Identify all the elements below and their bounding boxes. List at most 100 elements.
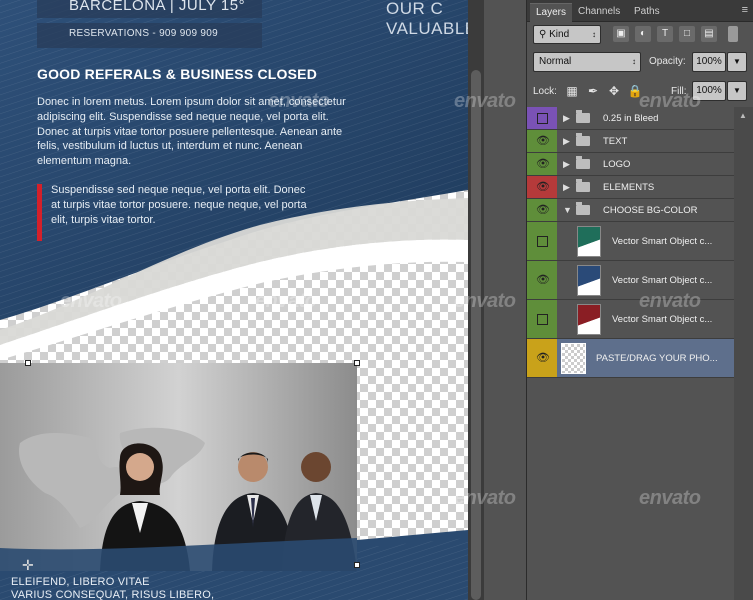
event-date-label: BARCELONA | JULY 15° <box>37 0 262 18</box>
transform-handle[interactable] <box>25 360 31 366</box>
layer-row-bg-color[interactable]: 👁 ▼ CHOOSE BG-COLOR <box>527 199 734 222</box>
layer-visibility[interactable]: 👁 <box>527 153 557 175</box>
layer-thumbnail <box>577 226 601 257</box>
transform-handle[interactable] <box>354 562 360 568</box>
layer-row-text[interactable]: 👁 ▶ TEXT <box>527 130 734 153</box>
layer-name: TEXT <box>603 136 628 147</box>
lock-all-icon[interactable]: 🔒 <box>627 83 643 99</box>
tab-layers[interactable]: Layers <box>530 3 573 22</box>
layer-visibility[interactable]: 👁 <box>527 130 557 152</box>
flyer-body-text: Donec in lorem metus. Lorem ipsum dolor … <box>37 96 346 168</box>
expand-triangle-icon[interactable]: ▶ <box>563 182 570 193</box>
layer-row-elements[interactable]: 👁 ▶ ELEMENTS <box>527 176 734 199</box>
tab-paths[interactable]: Paths <box>628 3 666 22</box>
flyer-footer-line-2: VARIUS CONSEQUAT, RISUS LIBERO, <box>11 589 215 600</box>
eye-icon: 👁 <box>536 181 550 193</box>
expand-triangle-icon[interactable]: ▶ <box>563 136 570 147</box>
panel-tabs: Layers Channels Paths ≡ <box>527 0 753 22</box>
visibility-off-box <box>537 314 548 325</box>
opacity-input[interactable]: 100% <box>692 52 726 72</box>
layer-row-smart-object[interactable]: Vector Smart Object c... <box>527 222 734 261</box>
type-filter-icon[interactable]: T <box>657 26 673 42</box>
folder-icon <box>576 110 590 123</box>
layer-row-logo[interactable]: 👁 ▶ LOGO <box>527 153 734 176</box>
collapse-triangle-icon[interactable]: ▼ <box>563 205 572 215</box>
layers-panel: Layers Channels Paths ≡ ⚲ Kind ↕ ▣ ◐ T □… <box>526 0 753 600</box>
visibility-off-box <box>537 236 548 247</box>
shape-filter-icon[interactable]: □ <box>679 26 695 42</box>
layer-name: 0.25 in Bleed <box>603 113 659 124</box>
layer-name: PASTE/DRAG YOUR PHO... <box>596 353 718 364</box>
watermark: envato <box>639 487 701 509</box>
header-right-text: OUR C VALUABLE <box>386 0 468 39</box>
layer-visibility[interactable] <box>527 222 557 260</box>
layer-row-bleed[interactable]: ▶ 0.25 in Bleed <box>527 107 734 130</box>
photoshop-window: envato envato envato envato envato BARCE… <box>0 0 753 600</box>
eye-icon: 👁 <box>536 135 550 147</box>
eye-icon: 👁 <box>536 274 550 286</box>
chevron-updown-icon: ↕ <box>592 30 596 39</box>
layer-filter-kind[interactable]: ⚲ Kind ↕ <box>533 25 601 44</box>
lock-position-icon[interactable]: ✥ <box>606 83 622 99</box>
folder-icon <box>576 179 590 192</box>
layer-thumbnail <box>577 265 601 296</box>
layer-visibility[interactable]: 👁 <box>527 261 557 299</box>
folder-icon <box>576 133 590 146</box>
layer-name: ELEMENTS <box>603 182 655 193</box>
expand-triangle-icon[interactable]: ▶ <box>563 113 570 124</box>
eye-icon: 👁 <box>536 204 550 216</box>
lock-transparency-icon[interactable]: ▦ <box>564 83 580 99</box>
layer-name: Vector Smart Object c... <box>612 275 713 286</box>
crosshair-icon: ✛ <box>22 557 34 573</box>
open-folder-icon <box>576 202 590 215</box>
layer-visibility[interactable] <box>527 107 557 129</box>
layers-scrollbar[interactable]: ▲ <box>734 107 753 600</box>
adjustment-filter-icon[interactable]: ◐ <box>635 26 651 42</box>
image-filter-icon[interactable]: ▣ <box>613 26 629 42</box>
visibility-off-box <box>537 113 548 124</box>
panel-menu-icon[interactable]: ≡ <box>742 4 748 16</box>
toggle-filter-icon[interactable] <box>728 26 738 42</box>
placed-photo[interactable] <box>0 363 357 571</box>
layer-visibility[interactable] <box>527 300 557 338</box>
fill-dropdown-button[interactable]: ▼ <box>727 81 747 101</box>
canvas-scrollbar-thumb[interactable] <box>471 70 481 600</box>
lock-pixels-icon[interactable]: ✒ <box>585 83 601 99</box>
kind-label: Kind <box>549 29 570 40</box>
transform-handle[interactable] <box>354 360 360 366</box>
layer-name: LOGO <box>603 159 631 170</box>
fill-input[interactable]: 100% <box>692 81 726 101</box>
layer-visibility[interactable]: 👁 <box>527 199 557 221</box>
eye-icon: 👁 <box>536 158 550 170</box>
smart-object-filter-icon[interactable]: ▤ <box>701 26 717 42</box>
search-icon: ⚲ <box>539 29 547 40</box>
chevron-updown-icon: ↕ <box>632 57 636 66</box>
layer-row-photo[interactable]: 👁 PASTE/DRAG YOUR PHO... <box>527 339 734 378</box>
document-canvas[interactable]: envato envato envato envato envato BARCE… <box>0 0 468 600</box>
header-right-line-2: VALUABLE <box>386 19 468 38</box>
folder-icon <box>576 156 590 169</box>
business-people-photo <box>0 363 357 571</box>
scroll-up-icon[interactable]: ▲ <box>739 111 747 120</box>
fill-label: Fill: <box>671 86 687 97</box>
layer-row-smart-object[interactable]: 👁 Vector Smart Object c... <box>527 261 734 300</box>
layer-name: Vector Smart Object c... <box>612 314 713 325</box>
layer-thumbnail <box>577 304 601 335</box>
layer-visibility[interactable]: 👁 <box>527 339 557 377</box>
blend-mode-select[interactable]: Normal ↕ <box>533 52 641 72</box>
opacity-label: Opacity: <box>649 56 686 67</box>
flyer-quote: Suspendisse sed neque neque, vel porta e… <box>51 184 307 226</box>
layer-name: Vector Smart Object c... <box>612 236 713 247</box>
layer-name: CHOOSE BG-COLOR <box>603 205 698 216</box>
layer-thumbnail <box>561 343 586 374</box>
tab-channels[interactable]: Channels <box>572 3 626 22</box>
reservations-label: RESERVATIONS - 909 909 909 <box>37 23 262 48</box>
flyer-headline: GOOD REFERALS & BUSINESS CLOSED <box>37 66 318 82</box>
lock-label: Lock: <box>533 86 557 97</box>
layers-list: ▶ 0.25 in Bleed 👁 ▶ TEXT 👁 ▶ LOGO 👁 ▶ EL… <box>527 107 734 378</box>
layer-row-smart-object[interactable]: Vector Smart Object c... <box>527 300 734 339</box>
layer-visibility[interactable]: 👁 <box>527 176 557 198</box>
opacity-dropdown-button[interactable]: ▼ <box>727 52 747 72</box>
flyer-footer-line-1: ELEIFEND, LIBERO VITAE <box>11 576 150 588</box>
expand-triangle-icon[interactable]: ▶ <box>563 159 570 170</box>
